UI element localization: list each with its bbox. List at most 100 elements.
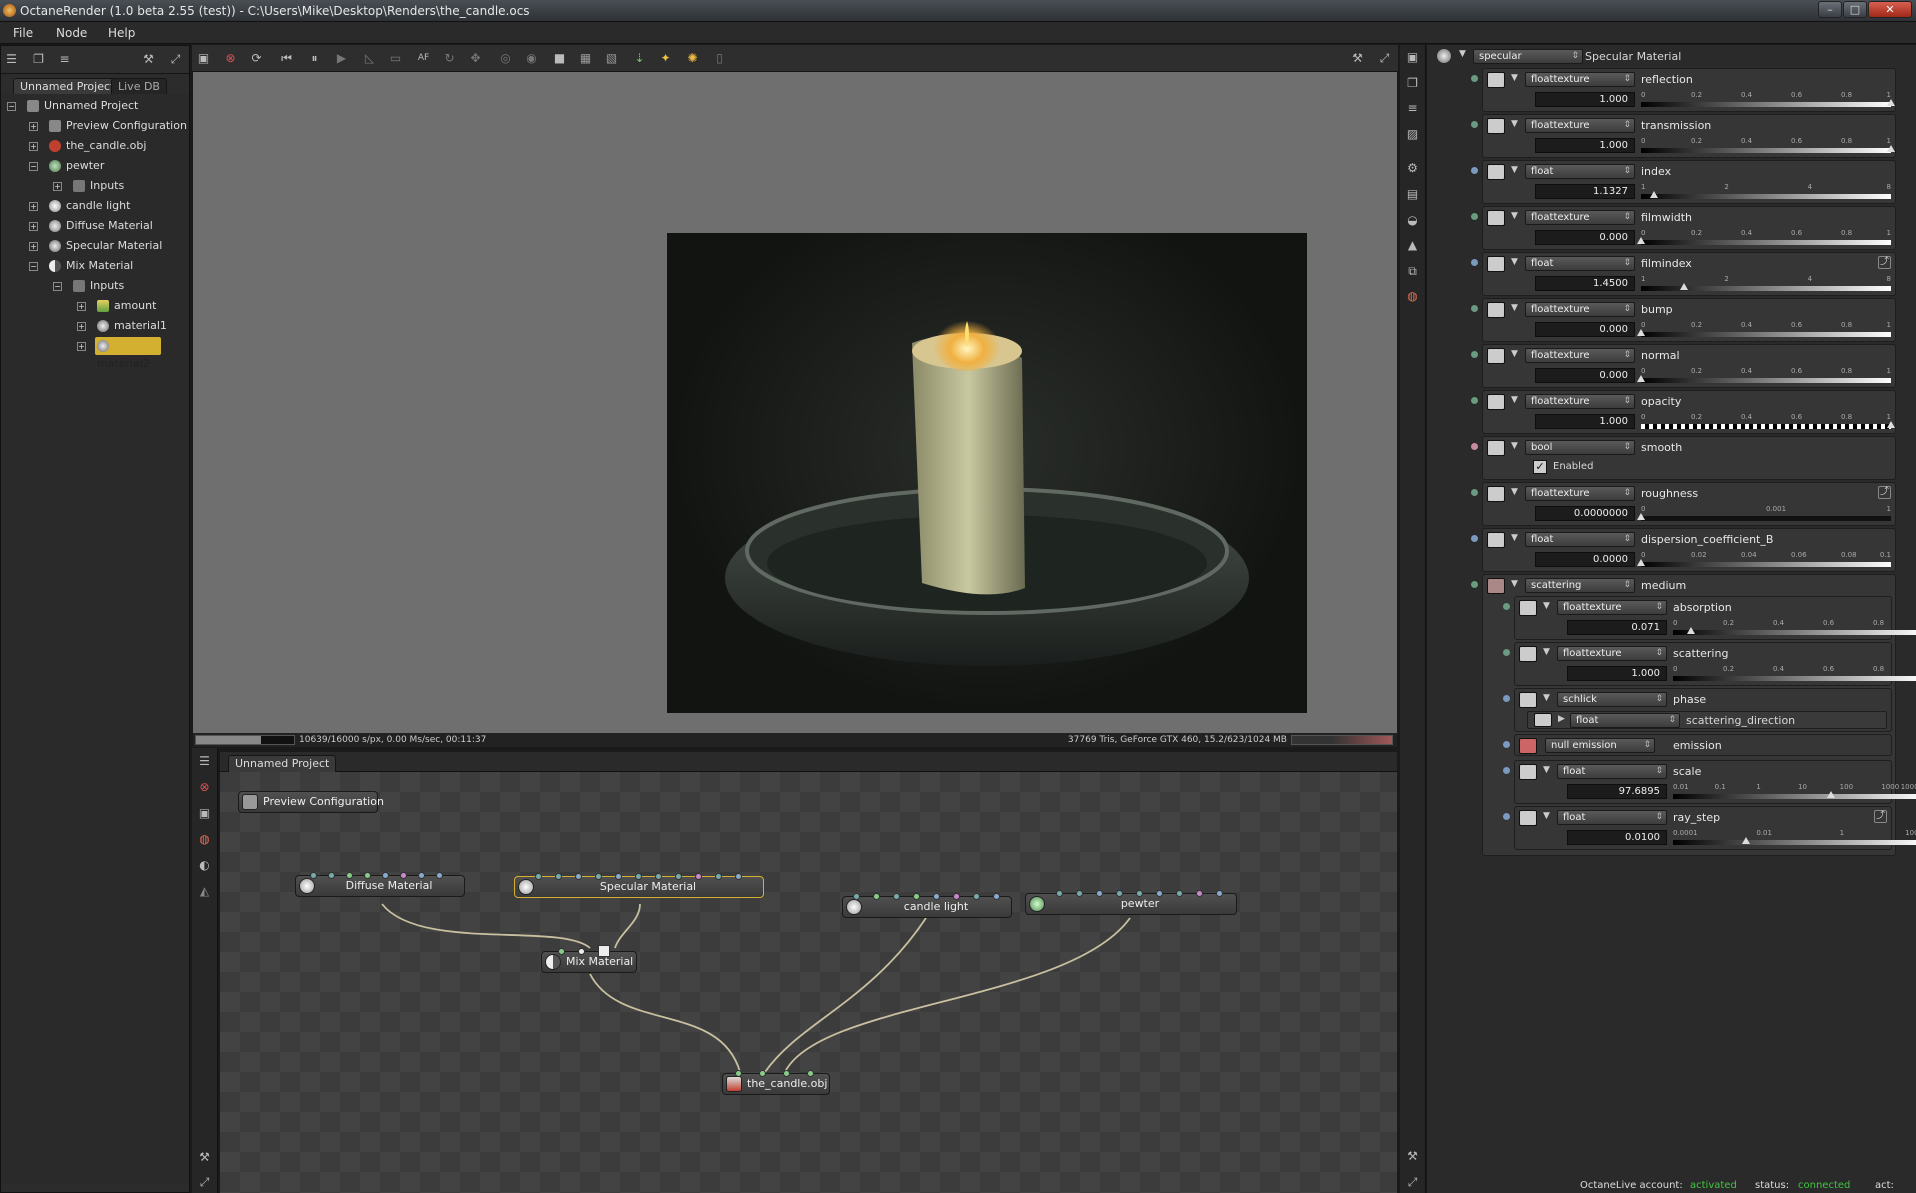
param-slider[interactable]: 00.20.40.60.81 (1641, 91, 1895, 109)
pan-icon[interactable]: ✥ (468, 51, 483, 66)
emission-icon[interactable] (1519, 738, 1537, 754)
param-slider[interactable]: 0.0001 0.01 1 1000 (1673, 829, 1916, 847)
node-graph-canvas[interactable]: Preview Configuration Diffuse Material S… (220, 772, 1397, 1193)
slider-track[interactable] (1673, 630, 1916, 635)
input-pin[interactable] (715, 873, 722, 880)
texture-icon[interactable] (1487, 394, 1505, 410)
input-pin[interactable] (1176, 890, 1183, 897)
param-type-dropdown[interactable]: bool (1525, 440, 1635, 455)
texture-icon[interactable] (1487, 118, 1505, 134)
collapse-triangle-icon[interactable]: ▼ (1511, 533, 1518, 543)
slider-track[interactable] (1641, 332, 1891, 337)
curve-icon[interactable]: ⤴ (1878, 256, 1891, 269)
collapse-triangle-icon[interactable]: ▼ (1511, 73, 1518, 83)
param-type-dropdown[interactable]: float (1557, 764, 1667, 779)
param-type-dropdown[interactable]: floattexture (1525, 348, 1635, 363)
play-icon[interactable]: ▶ (334, 51, 349, 66)
pin-dot-icon[interactable] (1503, 695, 1510, 702)
material-icon[interactable]: ◍ (1405, 289, 1420, 304)
param-slider[interactable]: 0 0.02 0.04 0.06 0.08 0.1 (1637, 551, 1891, 569)
slider-track[interactable] (1673, 794, 1916, 799)
input-pin[interactable] (382, 872, 389, 879)
medium-icon[interactable] (1487, 578, 1505, 594)
input-pin[interactable] (555, 873, 562, 880)
texture-icon[interactable] (1487, 210, 1505, 226)
tree-expander[interactable]: + (77, 322, 86, 331)
param-slider[interactable]: 1 2 4 8 (1641, 275, 1891, 293)
menu-node[interactable]: Node (56, 26, 87, 40)
input-pin[interactable] (436, 872, 443, 879)
param-slider[interactable]: 00.20.40.60.81 (1641, 137, 1895, 155)
collapse-triangle-icon[interactable]: ▼ (1543, 647, 1550, 657)
param-type-dropdown[interactable]: floattexture (1525, 302, 1635, 317)
node-candle-light[interactable]: candle light (842, 893, 1012, 918)
clay-mode-icon[interactable]: ■ (552, 51, 567, 66)
pin-dot-icon[interactable] (1503, 741, 1510, 748)
pin-dot-icon[interactable] (1503, 603, 1510, 610)
input-pin[interactable] (1136, 890, 1143, 897)
tree-expander[interactable]: + (77, 302, 86, 311)
outliner-list-icon[interactable]: ☰ (4, 52, 19, 67)
input-pin[interactable] (1216, 890, 1223, 897)
tree-expander[interactable]: + (29, 202, 38, 211)
param-slider[interactable]: 0 0.001 1 (1637, 505, 1891, 523)
render-target-icon[interactable]: ⧉ (1405, 264, 1420, 279)
input-pin[interactable] (735, 873, 742, 880)
pin-dot-icon[interactable] (1471, 75, 1478, 82)
slider-knob[interactable] (1637, 513, 1645, 520)
reset-render-icon[interactable]: ⟳ (249, 51, 264, 66)
param-type-dropdown[interactable]: float (1525, 164, 1635, 179)
node-pewter[interactable]: pewter (1025, 890, 1237, 915)
input-pin[interactable] (346, 872, 353, 879)
imager-icon[interactable]: ▲ (1405, 238, 1420, 253)
outliner-maximize-icon[interactable]: ⤢ (168, 52, 183, 67)
param-slider[interactable]: 00.20.40.60.81 (1637, 229, 1891, 247)
slider-knob[interactable] (1887, 99, 1895, 106)
tree-expander[interactable]: + (29, 242, 38, 251)
param-type-dropdown[interactable]: float (1570, 713, 1680, 728)
tab-nodegraph-project[interactable]: Unnamed Project (228, 755, 337, 772)
slider-knob[interactable] (1887, 145, 1895, 152)
slider-knob[interactable] (1649, 191, 1658, 198)
slider-track[interactable] (1673, 676, 1916, 681)
graph-image-icon[interactable]: ▣ (197, 806, 212, 821)
slider-knob[interactable] (1637, 329, 1645, 336)
input-pin[interactable] (1056, 890, 1063, 897)
input-pin[interactable] (893, 893, 900, 900)
tab-unnamed-project[interactable]: Unnamed Project (13, 78, 122, 94)
input-pin[interactable] (807, 1070, 814, 1077)
collapse-triangle-icon[interactable]: ▼ (1543, 601, 1550, 611)
input-pin[interactable] (558, 948, 565, 955)
collapse-triangle-icon[interactable]: ▼ (1459, 49, 1466, 59)
input-pin[interactable] (418, 872, 425, 879)
render-image[interactable] (667, 233, 1307, 713)
param-value-field[interactable]: 0.071 (1567, 620, 1667, 635)
graph-list-icon[interactable]: ☰ (197, 754, 212, 769)
float-icon[interactable] (1534, 713, 1552, 727)
slider-track[interactable] (1673, 840, 1916, 845)
pin-dot-icon[interactable] (1471, 213, 1478, 220)
graph-mesh-icon[interactable]: ◍ (197, 832, 212, 847)
slider-track[interactable] (1641, 516, 1891, 521)
slider-knob[interactable] (1887, 421, 1895, 428)
input-pin[interactable] (535, 873, 542, 880)
input-pin[interactable] (615, 873, 622, 880)
collapse-triangle-icon[interactable]: ▼ (1511, 165, 1518, 175)
input-pin[interactable] (578, 948, 585, 955)
param-type-dropdown[interactable]: floattexture (1525, 72, 1635, 87)
image-icon[interactable]: ▨ (1405, 127, 1420, 142)
collapse-triangle-icon[interactable]: ▼ (1511, 579, 1518, 589)
outliner-collapse-icon[interactable]: ≡ (57, 52, 72, 67)
graph-maximize-icon[interactable]: ⤢ (197, 1175, 212, 1190)
param-slider[interactable]: 00.20.40.60.81 (1673, 665, 1916, 683)
pin-dot-icon[interactable] (1471, 535, 1478, 542)
slider-track[interactable] (1641, 102, 1891, 107)
input-pin[interactable] (759, 1070, 766, 1077)
node-the-candle-obj[interactable]: the_candle.obj (722, 1070, 830, 1095)
param-value-field[interactable]: 1.000 (1567, 666, 1667, 681)
emission-type-dropdown[interactable]: null emission (1545, 738, 1655, 753)
input-pin[interactable] (1096, 890, 1103, 897)
float-icon[interactable] (1487, 256, 1505, 272)
rotate-icon[interactable]: ↻ (442, 51, 457, 66)
param-value-field[interactable]: 0.000 (1535, 230, 1635, 245)
